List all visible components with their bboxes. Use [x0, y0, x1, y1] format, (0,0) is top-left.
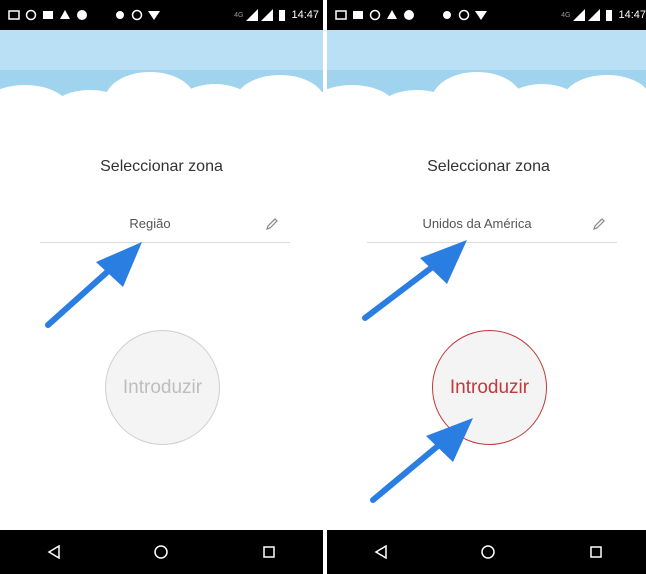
cast-icon [352, 9, 364, 21]
pencil-icon[interactable] [264, 216, 280, 232]
network-type-label: 4G [561, 11, 571, 19]
cast-icon [42, 9, 54, 21]
wifi-icon [148, 9, 160, 21]
signal-icon [573, 9, 586, 21]
region-value[interactable]: Unidos da América [367, 216, 587, 231]
recents-icon[interactable] [581, 537, 611, 567]
status-time: 14:47 [291, 9, 319, 21]
enter-button[interactable]: Introduzir [105, 330, 220, 445]
whatsapp-icon [25, 9, 37, 21]
nav-bar [0, 530, 323, 574]
page-title: Seleccionar zona [427, 158, 550, 175]
vibrate-icon [114, 9, 126, 21]
region-field[interactable]: Região [40, 208, 290, 243]
drive-icon [386, 9, 398, 21]
home-icon[interactable] [146, 537, 176, 567]
vibrate-icon [441, 9, 453, 21]
drive-icon [59, 9, 71, 21]
back-icon[interactable] [39, 537, 69, 567]
battery-icon [603, 9, 615, 21]
alarm-icon [458, 9, 470, 21]
battery-icon [276, 9, 288, 21]
phone-screen-right: 4G 14:47 Seleccionar zona Unidos da Amér… [327, 0, 646, 574]
home-icon[interactable] [473, 537, 503, 567]
status-bar: 4G 14:47 [0, 0, 323, 30]
chrome-icon [403, 9, 415, 21]
recents-icon[interactable] [254, 537, 284, 567]
whatsapp-icon [369, 9, 381, 21]
region-value[interactable]: Região [40, 216, 260, 231]
signal-icon-2 [588, 9, 601, 21]
status-time: 14:47 [618, 9, 646, 21]
phone-screen-left: 4G 14:47 Seleccionar zona Região Introdu… [0, 0, 323, 574]
chrome-icon [76, 9, 88, 21]
gallery-icon [8, 9, 20, 21]
sky-header [327, 30, 646, 125]
alarm-icon [131, 9, 143, 21]
gallery-icon [335, 9, 347, 21]
nav-bar [327, 530, 646, 574]
enter-button[interactable]: Introduzir [432, 330, 547, 445]
wifi-icon [475, 9, 487, 21]
signal-icon [246, 9, 259, 21]
back-icon[interactable] [366, 537, 396, 567]
network-type-label: 4G [234, 11, 244, 19]
pencil-icon[interactable] [591, 216, 607, 232]
signal-icon-2 [261, 9, 274, 21]
status-bar: 4G 14:47 [327, 0, 646, 30]
sky-header [0, 30, 323, 125]
page-title: Seleccionar zona [100, 158, 223, 175]
region-field[interactable]: Unidos da América [367, 208, 617, 243]
